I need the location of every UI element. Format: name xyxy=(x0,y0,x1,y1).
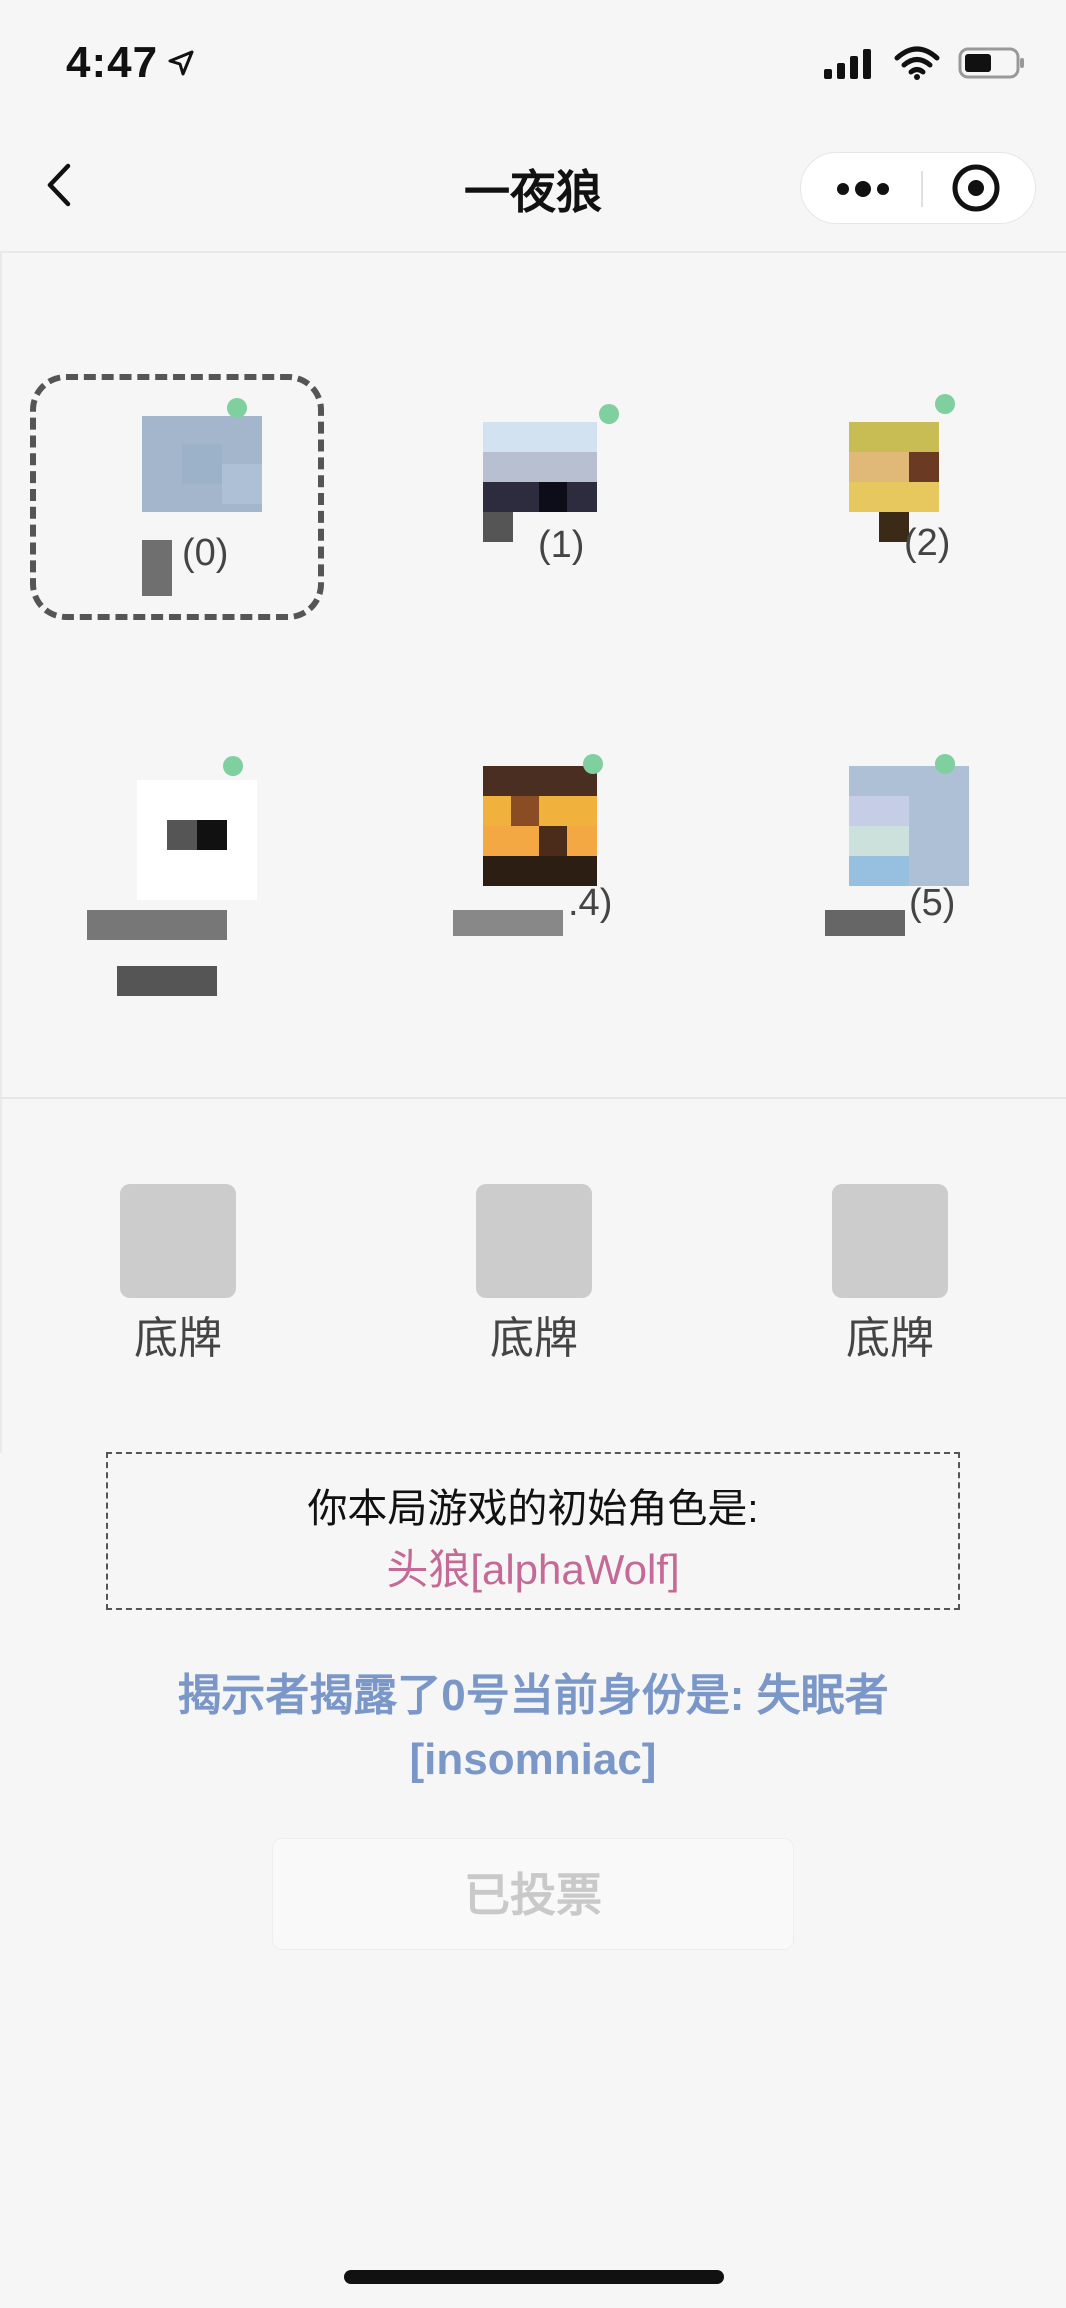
nav-divider xyxy=(0,251,1066,253)
role-info-box: 你本局游戏的初始角色是: 头狼[alphaWolf] xyxy=(106,1452,960,1610)
online-status-dot xyxy=(599,404,619,424)
menu-capsule xyxy=(800,152,1036,224)
online-status-dot xyxy=(223,756,243,776)
voted-button[interactable]: 已投票 xyxy=(272,1838,794,1950)
player-seat-number: (0) xyxy=(182,532,229,574)
player-avatar xyxy=(137,780,257,900)
player-seat-number: (5) xyxy=(909,882,956,924)
player-seat[interactable]: .4) xyxy=(383,740,683,1000)
target-icon[interactable] xyxy=(951,163,1001,213)
center-card-slot[interactable] xyxy=(476,1184,592,1298)
player-avatar xyxy=(483,766,603,886)
cellular-signal-icon xyxy=(824,49,871,79)
player-seat[interactable]: (5) xyxy=(739,740,1039,1000)
home-indicator[interactable] xyxy=(344,2270,724,2284)
battery-icon xyxy=(958,47,1024,79)
content-edge xyxy=(0,253,2,1453)
player-seat[interactable]: (1) xyxy=(383,374,683,634)
role-value: 头狼[alphaWolf] xyxy=(386,1546,680,1593)
player-seat-number: (1) xyxy=(538,524,585,566)
online-status-dot xyxy=(227,398,247,418)
center-card-slot[interactable] xyxy=(120,1184,236,1298)
player-seat[interactable]: (2) xyxy=(739,374,1039,634)
wifi-icon xyxy=(894,46,940,80)
online-status-dot xyxy=(935,394,955,414)
player-name-pixelated xyxy=(117,966,217,996)
player-seat-number: .4) xyxy=(568,882,613,924)
player-seat[interactable] xyxy=(27,740,327,1000)
capsule-divider xyxy=(921,171,923,207)
player-name-pixelated xyxy=(142,540,172,596)
location-arrow-icon xyxy=(168,50,194,76)
center-card-label: 底牌 xyxy=(490,1314,578,1363)
player-seat-number: (2) xyxy=(904,522,951,564)
player-name-pixelated xyxy=(825,910,905,936)
status-time: 4:47 xyxy=(66,38,159,87)
reveal-line-2: [insomniac] xyxy=(409,1735,657,1784)
center-card-label: 底牌 xyxy=(846,1314,934,1363)
player-avatar xyxy=(849,766,969,886)
role-prompt: 你本局游戏的初始角色是: xyxy=(307,1487,759,1531)
status-icons xyxy=(824,46,1026,80)
more-dots-icon[interactable] xyxy=(833,179,893,199)
center-card-slot[interactable] xyxy=(832,1184,948,1298)
online-status-dot xyxy=(583,754,603,774)
online-status-dot xyxy=(935,754,955,774)
section-divider xyxy=(0,1097,1066,1099)
player-seat[interactable]: (0) xyxy=(27,374,327,634)
center-card-label: 底牌 xyxy=(134,1314,222,1363)
reveal-line-1: 揭示者揭露了0号当前身份是: 失眠者 xyxy=(177,1671,889,1720)
player-name-pixelated xyxy=(87,910,227,940)
reveal-message: 揭示者揭露了0号当前身份是: 失眠者 [insomniac] xyxy=(80,1664,986,1792)
player-name-pixelated xyxy=(453,910,563,936)
